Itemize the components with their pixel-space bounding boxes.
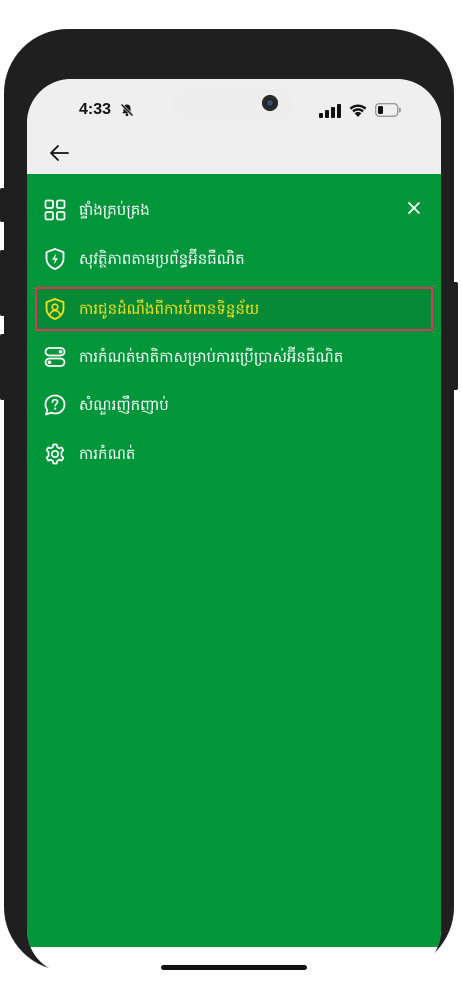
status-bar: 4:33	[27, 79, 441, 139]
gear-icon	[45, 443, 65, 465]
camera-lens	[262, 95, 278, 111]
menu-item-label: សុវត្ថិភាពតាមប្រព័ន្ធអ៊ីនធឺណិត	[79, 250, 245, 268]
status-time: 4:33	[79, 101, 112, 118]
phone-mute-switch	[0, 188, 5, 222]
phone-power-button	[452, 282, 458, 390]
menu-item-label: ការជូនដំណឹងពីការបំពានទិន្នន័យ	[79, 300, 260, 318]
menu-item-label: ការកំណត់មាតិកាសម្រាប់ការប្រើប្រាស់អ៊ីនធឺ…	[79, 348, 344, 366]
menu-item-dashboard[interactable]: ផ្ទាំងគ្រប់គ្រង	[35, 190, 433, 230]
arrow-left-icon[interactable]	[43, 141, 73, 165]
battery-icon	[375, 103, 401, 117]
phone-frame: 4:33 ផ្ទាំងគ្រប់គ្រង សុវត្ថិភាពតាមប្រព័ន…	[4, 29, 454, 974]
menu-item-content-settings[interactable]: ការកំណត់មាតិកាសម្រាប់ការប្រើប្រាស់អ៊ីនធឺ…	[35, 337, 433, 377]
menu-item-cyber-security[interactable]: សុវត្ថិភាពតាមប្រព័ន្ធអ៊ីនធឺណិត	[35, 239, 433, 279]
phone-volume-down	[0, 334, 5, 400]
signal-icon	[319, 104, 341, 118]
shield-user-icon	[45, 298, 65, 320]
toggle-settings-icon	[44, 347, 66, 367]
menu-item-label: ការកំណត់	[79, 445, 136, 463]
shield-bolt-icon	[45, 248, 65, 270]
menu-item-label: សំណួរញឹកញាប់	[79, 396, 169, 414]
help-chat-icon	[44, 394, 66, 416]
menu-item-faq[interactable]: សំណួរញឹកញាប់	[35, 385, 433, 425]
navigation-menu: ផ្ទាំងគ្រប់គ្រង សុវត្ថិភាពតាមប្រព័ន្ធអ៊ី…	[27, 174, 441, 947]
phone-volume-up	[0, 250, 5, 316]
dashboard-grid-icon	[44, 199, 66, 221]
menu-item-settings[interactable]: ការកំណត់	[35, 434, 433, 474]
top-bar: 4:33	[27, 79, 441, 174]
bell-slash-icon	[120, 103, 134, 117]
menu-item-data-breach-alerts[interactable]: ការជូនដំណឹងពីការបំពានទិន្នន័យ	[35, 287, 433, 331]
wifi-icon	[349, 104, 367, 117]
menu-item-label: ផ្ទាំងគ្រប់គ្រង	[79, 201, 150, 219]
phone-screen: 4:33 ផ្ទាំងគ្រប់គ្រង សុវត្ថិភាពតាមប្រព័ន…	[27, 79, 441, 974]
home-indicator[interactable]	[161, 965, 307, 970]
